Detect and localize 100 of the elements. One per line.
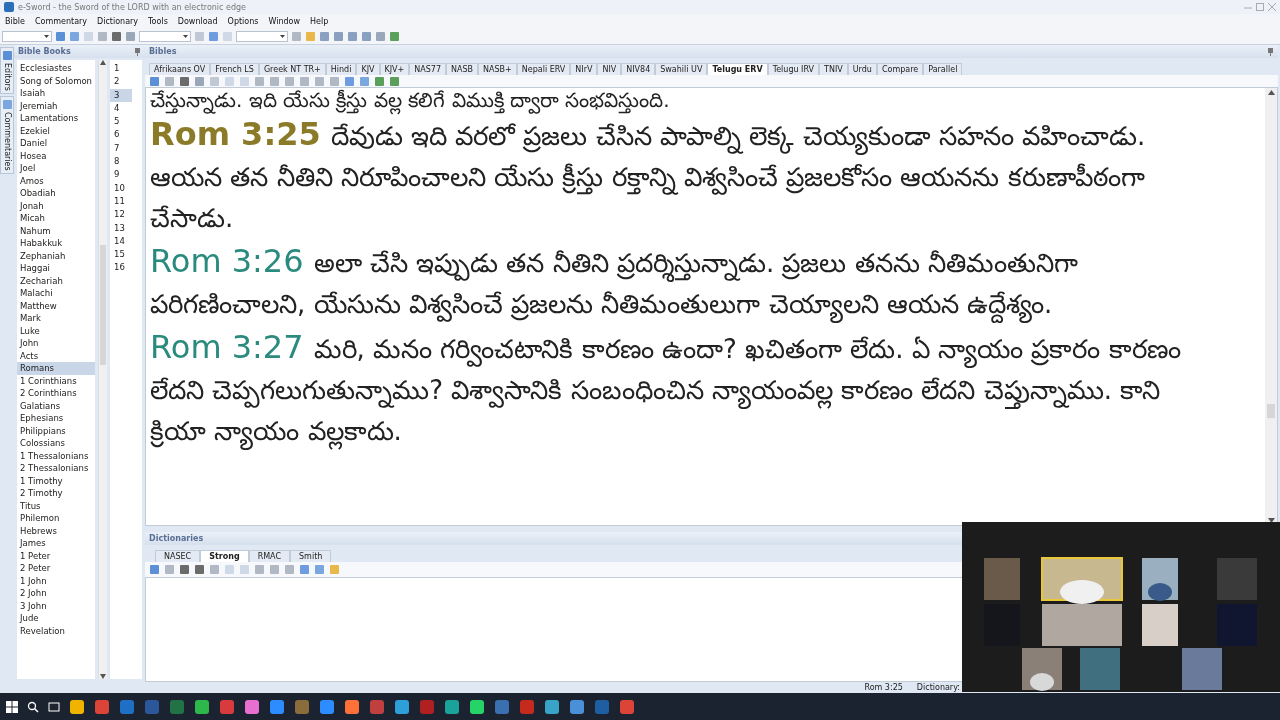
book-item[interactable]: Haggai: [17, 262, 95, 275]
menu-item[interactable]: Dictionary: [92, 17, 144, 26]
bible-tab[interactable]: KJV: [356, 63, 380, 75]
toolbar-icon[interactable]: [149, 564, 160, 575]
book-item[interactable]: Philemon: [17, 512, 95, 525]
book-item[interactable]: Romans: [17, 362, 95, 375]
bible-tab[interactable]: Telugu IRV: [767, 63, 820, 75]
book-item[interactable]: Acts: [17, 349, 95, 362]
toolbar-icon[interactable]: [375, 31, 386, 42]
book-item[interactable]: Daniel: [17, 137, 95, 150]
book-item[interactable]: 1 Timothy: [17, 474, 95, 487]
book-item[interactable]: Ezekiel: [17, 124, 95, 137]
app-icon[interactable]: [444, 698, 460, 715]
menu-item[interactable]: Tools: [143, 17, 173, 26]
menu-item[interactable]: Window: [263, 17, 305, 26]
bible-tab[interactable]: NIV: [597, 63, 622, 75]
verse-reference[interactable]: Rom 3:27: [150, 328, 304, 366]
toolbar-icon[interactable]: [125, 31, 136, 42]
scroll-down-icon[interactable]: [100, 674, 106, 679]
windows-start-icon[interactable]: [6, 700, 18, 713]
chapter-item[interactable]: 5: [110, 115, 132, 129]
dictionary-tab[interactable]: NASEC: [155, 550, 201, 562]
book-item[interactable]: 2 Thessalonians: [17, 462, 95, 475]
toolbar-icon[interactable]: [319, 31, 330, 42]
book-item[interactable]: 2 John: [17, 587, 95, 600]
dictionary-tab[interactable]: Smith: [290, 550, 332, 562]
bible-tab[interactable]: NAS77: [409, 63, 446, 75]
bible-tab[interactable]: Greek NT TR+: [258, 63, 326, 75]
book-item[interactable]: Galatians: [17, 399, 95, 412]
tab-icon[interactable]: [1, 50, 13, 61]
maximize-icon[interactable]: [1256, 3, 1264, 11]
book-item[interactable]: Luke: [17, 324, 95, 337]
bible-tab[interactable]: NASB: [446, 63, 479, 75]
scroll-thumb[interactable]: [1267, 404, 1275, 418]
toolbar-icon[interactable]: [361, 31, 372, 42]
toolbar-icon[interactable]: [208, 31, 219, 42]
chapter-item[interactable]: 13: [110, 221, 132, 235]
book-item[interactable]: Jeremiah: [17, 99, 95, 112]
app-icon[interactable]: [344, 698, 360, 715]
app-icon[interactable]: [619, 698, 635, 715]
book-item[interactable]: 1 Corinthians: [17, 374, 95, 387]
bible-tab[interactable]: Hindi: [325, 63, 357, 75]
chapter-item[interactable]: 2: [110, 75, 132, 89]
app-icon[interactable]: [394, 698, 410, 715]
chapter-item[interactable]: 6: [110, 128, 132, 142]
chapter-item[interactable]: 15: [110, 248, 132, 262]
verse-reference[interactable]: Rom 3:26: [150, 242, 304, 280]
chapter-item[interactable]: 7: [110, 141, 132, 156]
book-item[interactable]: Malachi: [17, 287, 95, 300]
book-item[interactable]: Mark: [17, 312, 95, 325]
book-item[interactable]: Matthew: [17, 299, 95, 312]
scroll-up-icon[interactable]: [1267, 90, 1275, 95]
dictionary-tab[interactable]: RMAC: [248, 550, 291, 562]
book-item[interactable]: 2 Peter: [17, 562, 95, 575]
toolbar-icon[interactable]: [374, 75, 385, 87]
book-item[interactable]: Colossians: [17, 437, 95, 450]
combo-box[interactable]: [139, 31, 191, 42]
toolbar-icon[interactable]: [333, 31, 344, 42]
toolbar-icon[interactable]: [69, 31, 80, 42]
bible-tab[interactable]: NIV84: [621, 63, 656, 75]
chapter-item[interactable]: 16: [110, 261, 132, 275]
toolbar-icon[interactable]: [111, 31, 122, 42]
app-icon[interactable]: [544, 698, 560, 715]
book-item[interactable]: 3 John: [17, 599, 95, 612]
search-icon[interactable]: [27, 700, 39, 713]
dictionary-tab[interactable]: Strong: [200, 550, 249, 562]
bible-tab[interactable]: Swahili UV: [655, 63, 708, 75]
menu-item[interactable]: Help: [305, 17, 334, 26]
app-icon[interactable]: [469, 698, 485, 715]
book-item[interactable]: Jude: [17, 612, 95, 625]
book-item[interactable]: Micah: [17, 212, 95, 225]
bible-tab[interactable]: NIrV: [570, 63, 598, 75]
combo-box[interactable]: [236, 31, 288, 42]
app-icon[interactable]: [269, 698, 285, 715]
toolbar-icon[interactable]: [179, 564, 190, 575]
book-item[interactable]: James: [17, 537, 95, 550]
app-icon[interactable]: [244, 698, 260, 715]
bible-tab[interactable]: NASB+: [478, 63, 517, 75]
book-item[interactable]: Zephaniah: [17, 249, 95, 262]
book-item[interactable]: 1 Thessalonians: [17, 449, 95, 462]
chapter-item[interactable]: 3: [110, 88, 132, 102]
combo-box[interactable]: [2, 31, 52, 42]
toolbar-icon[interactable]: [179, 75, 190, 87]
chapter-item[interactable]: 9: [110, 168, 132, 182]
bible-tab[interactable]: TNIV: [819, 63, 848, 75]
app-icon[interactable]: [69, 698, 85, 715]
book-item[interactable]: 1 John: [17, 574, 95, 587]
book-item[interactable]: 2 Corinthians: [17, 387, 95, 400]
close-icon[interactable]: [1268, 3, 1276, 11]
bible-tab[interactable]: Compare: [876, 63, 924, 75]
verse-reference[interactable]: Rom 3:25: [150, 115, 321, 153]
book-item[interactable]: Isaiah: [17, 87, 95, 100]
toolbar-icon[interactable]: [194, 564, 205, 575]
pin-icon[interactable]: [1267, 47, 1274, 56]
toolbar-icon[interactable]: [347, 31, 358, 42]
toolbar-icon[interactable]: [149, 75, 160, 87]
menu-item[interactable]: Download: [172, 17, 223, 26]
bible-tab[interactable]: Nepali ERV: [516, 63, 571, 75]
book-item[interactable]: Nahum: [17, 224, 95, 237]
book-item[interactable]: Hebrews: [17, 524, 95, 537]
